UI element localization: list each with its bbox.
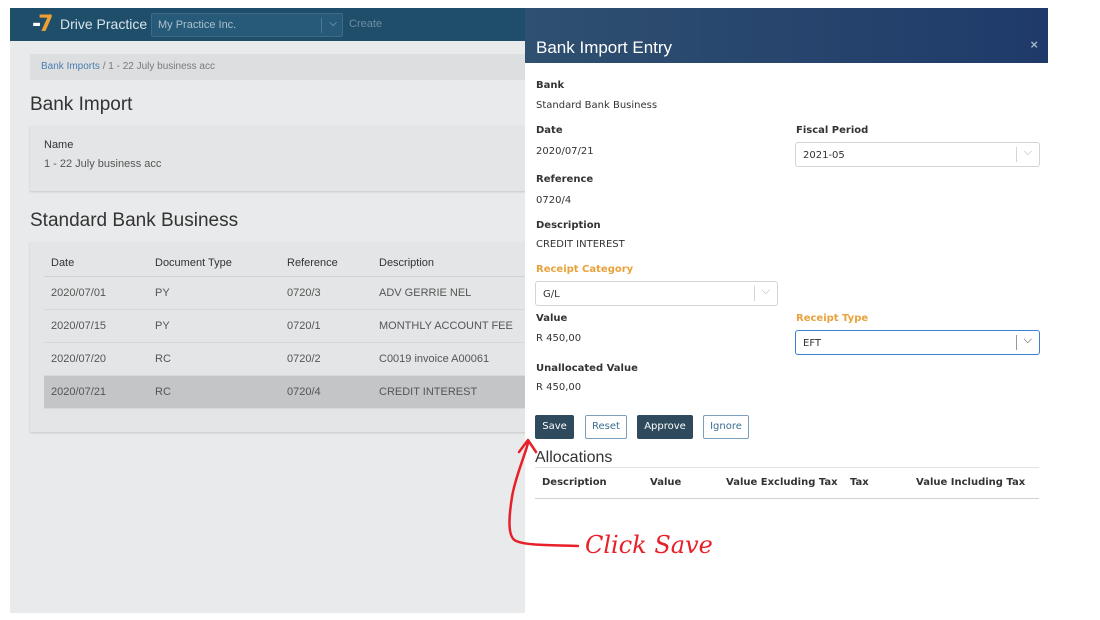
col-reference-header[interactable]: Reference: [280, 250, 372, 277]
alloc-col-description[interactable]: Description: [542, 477, 607, 488]
transactions-panel: Date Document Type Reference Description…: [30, 242, 525, 432]
col-date-header[interactable]: Date: [44, 250, 148, 277]
cell-description: MONTHLY ACCOUNT FEE: [372, 309, 525, 343]
select-separator: [754, 286, 755, 301]
transactions-table: Date Document Type Reference Description…: [44, 250, 525, 409]
table-header-row: Date Document Type Reference Description: [44, 250, 525, 277]
bank-value: Standard Bank Business: [536, 100, 658, 111]
fiscal-period-label: Fiscal Period: [796, 125, 869, 136]
description-value: CREDIT INTEREST: [536, 239, 625, 250]
bank-label: Bank: [536, 80, 565, 91]
receipt-category-value: G/L: [543, 289, 560, 300]
date-value: 2020/07/21: [536, 146, 594, 157]
table-row[interactable]: 2020/07/20 RC 0720/2 C0019 invoice A0006…: [44, 342, 525, 376]
page-title: Bank Import: [30, 94, 133, 115]
cell-date: 2020/07/15: [44, 309, 148, 343]
cell-doc-type: RC: [148, 342, 280, 376]
cell-reference: 0720/1: [280, 309, 372, 343]
close-icon[interactable]: ×: [1030, 37, 1038, 52]
modal-title: Bank Import Entry: [536, 38, 673, 57]
table-row[interactable]: 2020/07/01 PY 0720/3 ADV GERRIE NEL: [44, 276, 525, 310]
cell-doc-type: PY: [148, 276, 280, 310]
table-row-selected[interactable]: 2020/07/21 RC 0720/4 CREDIT INTEREST: [44, 375, 525, 409]
unallocated-value-label: Unallocated Value: [536, 363, 638, 374]
chevron-down-icon: ⌵: [761, 285, 770, 297]
brand-logo-icon[interactable]: -7: [32, 12, 54, 37]
breadcrumb-separator: /: [99, 61, 109, 72]
col-doctype-header[interactable]: Document Type: [148, 250, 280, 277]
allocations-title: Allocations: [535, 449, 613, 466]
bank-import-entry-modal: Bank Import Entry × Bank Standard Bank B…: [525, 8, 1048, 613]
name-label: Name: [44, 139, 74, 151]
unallocated-value-amount: R 450,00: [536, 382, 582, 393]
modal-header: Bank Import Entry ×: [525, 8, 1048, 63]
save-button[interactable]: Save: [535, 415, 574, 439]
top-navbar: -7 Drive Practice My Practice Inc. ⌵ Cre…: [10, 8, 525, 41]
table-row[interactable]: 2020/07/15 PY 0720/1 MONTHLY ACCOUNT FEE: [44, 309, 525, 343]
cell-reference: 0720/3: [280, 276, 372, 310]
chevron-down-icon: ⌵: [329, 18, 337, 29]
alloc-col-tax[interactable]: Tax: [850, 477, 869, 488]
col-description-header[interactable]: Description: [372, 250, 525, 277]
breadcrumb-current: 1 - 22 July business acc: [108, 61, 215, 72]
date-label: Date: [536, 125, 563, 136]
divider: [535, 498, 1039, 499]
cell-reference: 0720/4: [280, 375, 372, 409]
cell-doc-type: PY: [148, 309, 280, 343]
reference-value: 0720/4: [536, 195, 572, 206]
create-link[interactable]: Create: [349, 18, 382, 30]
bank-section-title: Standard Bank Business: [30, 210, 239, 231]
reset-button[interactable]: Reset: [585, 415, 627, 439]
select-separator: [1016, 335, 1017, 350]
alloc-col-value-excl-tax[interactable]: Value Excluding Tax: [726, 477, 838, 488]
company-select-value: My Practice Inc.: [158, 19, 237, 31]
select-separator: [1016, 147, 1017, 162]
alloc-col-value[interactable]: Value: [650, 477, 681, 488]
breadcrumb: Bank Imports / 1 - 22 July business acc: [30, 54, 525, 80]
chevron-down-icon: ⌵: [1023, 146, 1032, 158]
company-select[interactable]: My Practice Inc. ⌵: [151, 13, 343, 37]
cell-description: C0019 invoice A00061: [372, 342, 525, 376]
cell-date: 2020/07/01: [44, 276, 148, 310]
select-separator: [321, 18, 322, 33]
description-label: Description: [536, 220, 601, 231]
fiscal-period-select[interactable]: 2021-05 ⌵: [795, 142, 1040, 167]
cell-date: 2020/07/21: [44, 375, 148, 409]
value-label: Value: [536, 313, 568, 324]
name-panel: Name 1 - 22 July business acc: [30, 126, 525, 191]
receipt-category-select[interactable]: G/L ⌵: [535, 281, 778, 306]
alloc-col-value-incl-tax[interactable]: Value Including Tax: [916, 477, 1025, 488]
background-app: -7 Drive Practice My Practice Inc. ⌵ Cre…: [10, 8, 525, 613]
divider: [535, 467, 1039, 468]
receipt-type-label: Receipt Type: [796, 313, 869, 324]
fiscal-period-value: 2021-05: [803, 150, 845, 161]
receipt-type-select[interactable]: EFT ⌵: [795, 330, 1040, 355]
cell-description: ADV GERRIE NEL: [372, 276, 525, 310]
cell-reference: 0720/2: [280, 342, 372, 376]
cell-date: 2020/07/20: [44, 342, 148, 376]
ignore-button[interactable]: Ignore: [703, 415, 749, 439]
chevron-down-icon: ⌵: [1023, 334, 1032, 346]
cell-description: CREDIT INTEREST: [372, 375, 525, 409]
approve-button[interactable]: Approve: [637, 415, 693, 439]
receipt-type-value: EFT: [803, 338, 822, 349]
cell-doc-type: RC: [148, 375, 280, 409]
reference-label: Reference: [536, 174, 594, 185]
breadcrumb-bank-imports[interactable]: Bank Imports: [41, 61, 100, 72]
receipt-category-label: Receipt Category: [536, 264, 634, 275]
brand-name[interactable]: Drive Practice: [60, 16, 147, 32]
name-value: 1 - 22 July business acc: [44, 158, 162, 170]
value-amount: R 450,00: [536, 333, 582, 344]
